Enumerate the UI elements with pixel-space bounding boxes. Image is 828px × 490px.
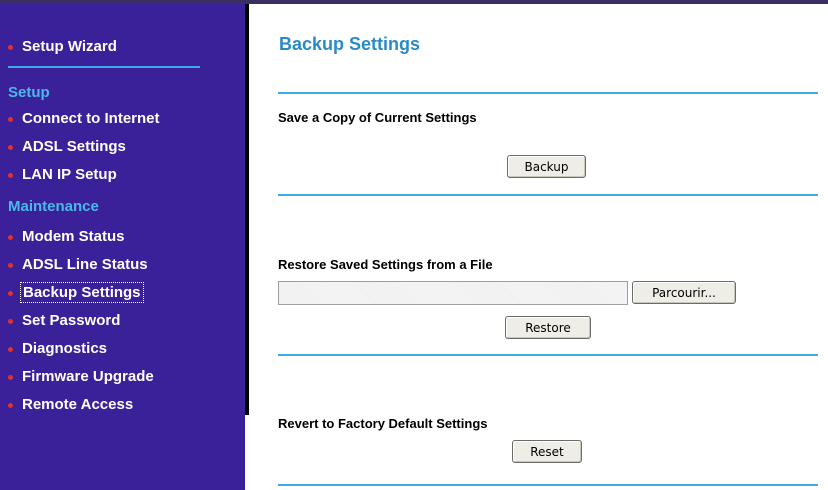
sidebar-item-remote-access[interactable]: Remote Access: [8, 396, 133, 413]
divider: [278, 484, 818, 486]
bullet-icon: [8, 117, 13, 122]
sidebar-item-backup-settings[interactable]: Backup Settings: [8, 282, 144, 303]
restore-button[interactable]: Restore: [505, 316, 591, 339]
page-title: Backup Settings: [279, 34, 421, 54]
frame-divider: [245, 4, 249, 415]
file-path-input[interactable]: [278, 281, 628, 305]
sidebar-item-connect-to-internet[interactable]: Connect to Internet: [8, 110, 160, 127]
sidebar-item-lan-ip-setup[interactable]: LAN IP Setup: [8, 166, 117, 183]
divider: [278, 354, 818, 356]
bullet-icon: [8, 375, 13, 380]
sidebar-item-adsl-settings[interactable]: ADSL Settings: [8, 138, 126, 155]
browse-button[interactable]: Parcourir...: [632, 281, 736, 304]
bullet-icon: [8, 403, 13, 408]
section-heading-maintenance: Maintenance: [8, 198, 99, 215]
restore-section-heading: Restore Saved Settings from a File: [278, 257, 493, 272]
sidebar-item-modem-status[interactable]: Modem Status: [8, 228, 125, 245]
bullet-icon: [8, 235, 13, 240]
sidebar-item-set-password[interactable]: Set Password: [8, 312, 120, 329]
sidebar-item-adsl-line-status[interactable]: ADSL Line Status: [8, 256, 148, 273]
bullet-icon: [8, 45, 13, 50]
bullet-icon: [8, 319, 13, 324]
bullet-icon: [8, 263, 13, 268]
divider: [278, 92, 818, 94]
section-heading-setup: Setup: [8, 84, 50, 101]
bullet-icon: [8, 291, 13, 296]
divider: [278, 194, 818, 196]
bullet-icon: [8, 347, 13, 352]
bullet-icon: [8, 145, 13, 150]
sidebar-item-firmware-upgrade[interactable]: Firmware Upgrade: [8, 368, 154, 385]
reset-button[interactable]: Reset: [512, 440, 582, 463]
backup-button[interactable]: Backup: [507, 155, 586, 178]
sidebar: Setup Wizard Setup Connect to Internet A…: [0, 4, 245, 490]
save-section-heading: Save a Copy of Current Settings: [278, 110, 477, 125]
reset-section-heading: Revert to Factory Default Settings: [278, 416, 488, 431]
divider: [8, 66, 200, 68]
bullet-icon: [8, 173, 13, 178]
sidebar-item-diagnostics[interactable]: Diagnostics: [8, 340, 107, 357]
sidebar-item-setup-wizard[interactable]: Setup Wizard: [8, 38, 117, 55]
